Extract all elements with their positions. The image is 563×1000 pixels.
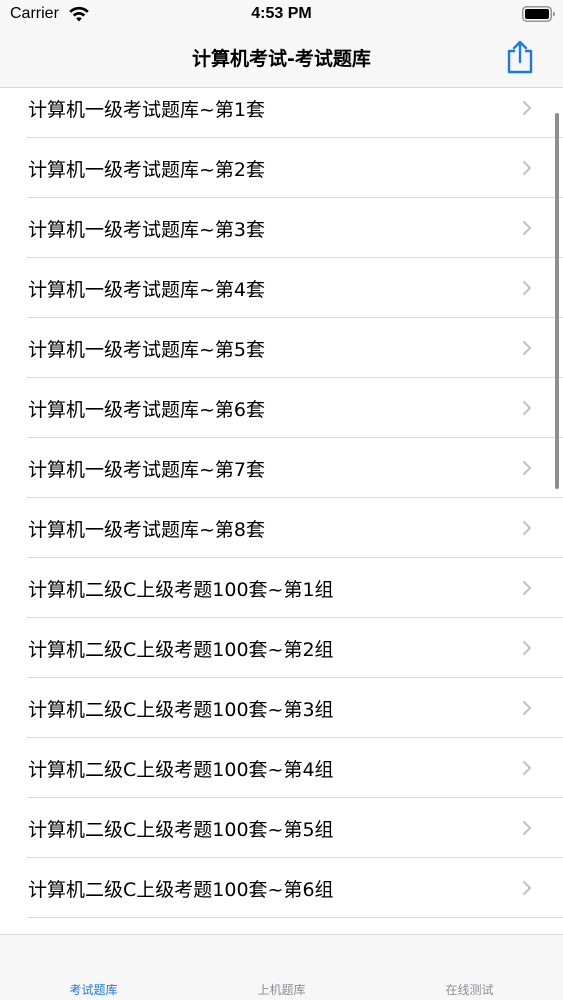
tab-computer-bank[interactable]: 上机题库 xyxy=(188,981,375,998)
chevron-right-icon xyxy=(522,160,532,176)
list-item-label: 计算机二级C上级考题100套~第4组 xyxy=(28,759,334,781)
chevron-right-icon xyxy=(522,460,532,476)
list-item[interactable]: 计算机一级考试题库~第7套 xyxy=(0,438,563,498)
list-item-label: 计算机一级考试题库~第5套 xyxy=(28,339,266,361)
chevron-right-icon xyxy=(522,760,532,776)
battery-icon xyxy=(522,6,555,22)
list-item[interactable]: 计算机一级考试题库~第8套 xyxy=(0,498,563,558)
chevron-right-icon xyxy=(522,400,532,416)
navigation-bar: 计算机考试-考试题库 xyxy=(0,30,563,88)
tab-exam-bank[interactable]: 考试题库 xyxy=(0,981,187,998)
chevron-right-icon xyxy=(522,280,532,296)
chevron-right-icon xyxy=(522,640,532,656)
chevron-right-icon xyxy=(522,520,532,536)
list-item-label: 计算机一级考试题库~第2套 xyxy=(28,159,266,181)
chevron-right-icon xyxy=(522,700,532,716)
list-item[interactable]: 计算机二级C上级考题100套~第3组 xyxy=(0,678,563,738)
list-item-label: 计算机一级考试题库~第8套 xyxy=(28,519,266,541)
share-button[interactable] xyxy=(500,37,540,77)
list-item[interactable]: 计算机一级考试题库~第6套 xyxy=(0,378,563,438)
list-item-label: 计算机一级考试题库~第3套 xyxy=(28,219,266,241)
list-item[interactable]: 计算机二级C上级考题100套~第4组 xyxy=(0,738,563,798)
list-item[interactable]: 计算机二级C上级考题100套~第6组 xyxy=(0,858,563,918)
chevron-right-icon xyxy=(522,220,532,236)
list-item[interactable]: 计算机二级C上级考题100套~第5组 xyxy=(0,798,563,858)
list-item-label: 计算机二级C上级考题100套~第3组 xyxy=(28,699,334,721)
list-item-label: 计算机一级考试题库~第1套 xyxy=(28,99,266,121)
list-item[interactable]: 计算机二级C上级考题100套~第1组 xyxy=(0,558,563,618)
list-item-label: 计算机二级C上级考题100套~第2组 xyxy=(28,639,334,661)
list-item-label: 计算机一级考试题库~第7套 xyxy=(28,459,266,481)
tab-bar: 考试题库 上机题库 在线测试 xyxy=(0,934,563,1000)
share-icon xyxy=(507,40,533,74)
status-bar: Carrier 4:53 PM xyxy=(0,0,563,30)
list-item-label: 计算机一级考试题库~第6套 xyxy=(28,399,266,421)
list-item[interactable]: 计算机一级考试题库~第1套 xyxy=(0,88,563,138)
exam-list-rows: 计算机一级考试题库~第1套 计算机一级考试题库~第2套 计算机一级考试题库~第3套计… xyxy=(0,88,563,918)
list-item[interactable]: 计算机一级考试题库~第4套 xyxy=(0,258,563,318)
list-item[interactable]: 计算机一级考试题库~第5套 xyxy=(0,318,563,378)
chevron-right-icon xyxy=(522,340,532,356)
list-item-label: 计算机一级考试题库~第4套 xyxy=(28,279,266,301)
tab-online-test[interactable]: 在线测试 xyxy=(376,981,563,998)
list-item-label: 计算机二级C上级考题100套~第1组 xyxy=(28,579,334,601)
chevron-right-icon xyxy=(522,100,532,116)
exam-list[interactable]: 计算机一级考试题库~第1套 计算机一级考试题库~第2套 计算机一级考试题库~第3套计… xyxy=(0,88,563,934)
list-item[interactable]: 计算机二级C上级考题100套~第2组 xyxy=(0,618,563,678)
page-title: 计算机考试-考试题库 xyxy=(192,48,371,70)
list-item[interactable]: 计算机一级考试题库~第2套 xyxy=(0,138,563,198)
chevron-right-icon xyxy=(522,820,532,836)
chevron-right-icon xyxy=(522,580,532,596)
status-time: 4:53 PM xyxy=(251,5,312,22)
list-item-label: 计算机二级C上级考题100套~第5组 xyxy=(28,819,334,841)
list-item[interactable]: 计算机一级考试题库~第3套 xyxy=(0,198,563,258)
list-item-label: 计算机二级C上级考题100套~第6组 xyxy=(28,879,334,901)
scroll-indicator[interactable] xyxy=(555,113,559,489)
chevron-right-icon xyxy=(522,880,532,896)
